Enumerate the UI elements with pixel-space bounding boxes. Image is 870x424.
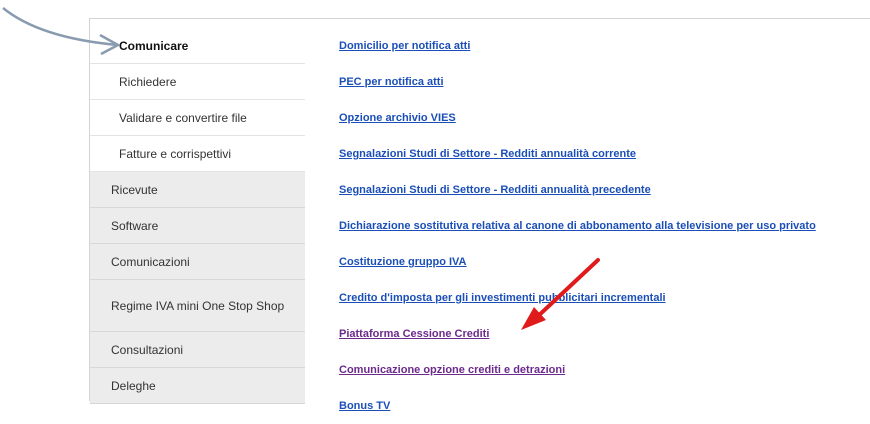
pointer-arrow-gray-icon (2, 7, 120, 56)
highlight-arrow-red-icon (521, 258, 600, 330)
annotation-overlay (2, 7, 600, 330)
